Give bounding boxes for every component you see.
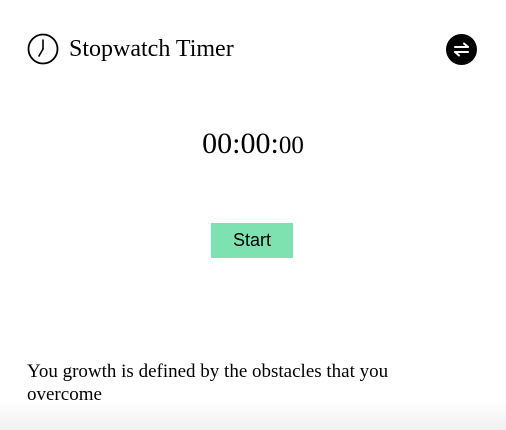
stopwatch-app: Stopwatch Timer 00:00:00 Start You growt… — [0, 0, 506, 430]
time-hms: 00:00: — [202, 127, 279, 160]
start-button[interactable]: Start — [211, 223, 293, 258]
clock-icon — [27, 33, 59, 65]
time-display: 00:00:00 — [0, 124, 506, 169]
swap-arrows-icon — [454, 42, 469, 57]
swap-toggle-button[interactable] — [446, 34, 477, 65]
motivational-quote: You growth is defined by the obstacles t… — [27, 361, 389, 405]
app-header: Stopwatch Timer — [27, 33, 234, 65]
app-title: Stopwatch Timer — [69, 36, 234, 62]
time-milliseconds: 00 — [278, 132, 304, 159]
